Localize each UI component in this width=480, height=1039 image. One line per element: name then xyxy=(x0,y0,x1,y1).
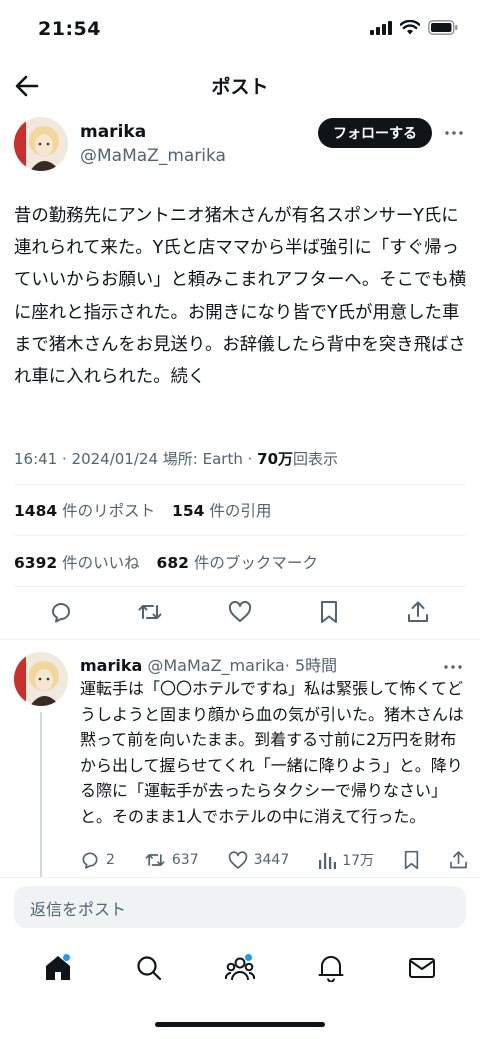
nav-header: ポスト xyxy=(0,62,480,110)
reply-repost-button[interactable]: 637 xyxy=(144,850,199,870)
reply-bookmark-button[interactable] xyxy=(403,850,420,870)
likes-count: 6392 xyxy=(14,554,58,572)
bottom-tab-bar xyxy=(0,940,480,996)
bell-icon xyxy=(318,956,344,982)
tab-notifications[interactable] xyxy=(311,948,351,988)
reply-reply-button[interactable]: 2 xyxy=(80,850,115,870)
status-time: 21:54 xyxy=(38,18,101,40)
author-name[interactable]: marika xyxy=(80,122,146,142)
divider xyxy=(14,535,466,536)
analytics-icon xyxy=(319,853,337,869)
page-title: ポスト xyxy=(211,76,269,98)
reply-share-button[interactable] xyxy=(449,850,468,870)
stats-row-likes: 6392 件のいいね 682 件のブックマーク xyxy=(14,551,330,573)
reply-icon xyxy=(82,852,98,869)
reposts-label: 件のリポスト xyxy=(62,502,156,520)
tab-messages[interactable] xyxy=(402,948,442,988)
search-icon xyxy=(137,956,161,981)
status-bar: 21:54 xyxy=(0,0,480,62)
bookmarks-stat[interactable]: 682 件のブックマーク xyxy=(157,551,318,573)
signal-icon xyxy=(370,20,392,35)
reply-button[interactable] xyxy=(48,599,74,625)
repost-icon xyxy=(138,605,162,619)
heart-icon xyxy=(228,601,251,622)
likes-label: 件のいいね xyxy=(62,554,140,572)
reply-header: marika @MaMaZ_marika· 5時間 xyxy=(80,652,337,676)
tweet-author: marika @MaMaZ_marika フォローする xyxy=(14,115,464,175)
quotes-label: 件の引用 xyxy=(209,502,272,520)
reply-views-count: 17万 xyxy=(342,853,375,869)
quotes-count: 154 xyxy=(172,502,205,520)
reply-views-button[interactable]: 17万 xyxy=(318,850,374,870)
reply-replies-count: 2 xyxy=(106,852,115,868)
battery-icon xyxy=(428,20,458,35)
tweet-actions xyxy=(14,592,466,632)
tab-search[interactable] xyxy=(129,948,169,988)
reply-text: 運転手は「〇〇ホテルですね」私は緊張して怖くてどうしようと固まり顔から血の気が引… xyxy=(80,679,465,826)
quotes-stat[interactable]: 154 件の引用 xyxy=(172,499,271,521)
reply-actions: 2 637 3447 17万 xyxy=(80,850,468,870)
home-indicator[interactable] xyxy=(155,1022,325,1027)
thread-line xyxy=(40,712,42,878)
follow-button[interactable]: フォローする xyxy=(318,118,432,148)
reply-input[interactable]: 返信をポスト xyxy=(14,886,466,928)
tab-home[interactable] xyxy=(38,948,78,988)
reply-avatar[interactable] xyxy=(14,652,68,706)
divider xyxy=(14,484,466,485)
bookmarks-count: 682 xyxy=(156,554,189,572)
reply-time: · 5時間 xyxy=(284,656,338,675)
reply-author-handle[interactable]: @MaMaZ_marika xyxy=(147,656,284,675)
bookmarks-label: 件のブックマーク xyxy=(193,554,318,572)
likes-stat[interactable]: 6392 件のいいね xyxy=(14,551,140,573)
more-icon xyxy=(444,665,462,669)
reposts-stat[interactable]: 1484 件のリポスト xyxy=(14,499,155,521)
views-label: 回表示 xyxy=(293,450,339,468)
mail-icon xyxy=(409,958,436,978)
bookmark-icon xyxy=(320,601,337,623)
tweet-location: 場所: Earth xyxy=(162,450,243,468)
divider xyxy=(0,639,480,640)
share-button[interactable] xyxy=(405,599,431,625)
more-options-button[interactable] xyxy=(444,123,464,143)
tweet-text: 昔の勤務先にアントニオ猪木さんが有名スポンサーY氏に連れられて来た。Y氏と店ママ… xyxy=(14,206,467,388)
divider xyxy=(14,586,466,587)
reply-composer: 返信をポスト xyxy=(0,877,480,935)
reply-reposts-count: 637 xyxy=(171,852,199,868)
like-button[interactable] xyxy=(227,599,253,625)
heart-icon xyxy=(228,850,247,869)
share-icon xyxy=(450,851,467,869)
author-handle[interactable]: @MaMaZ_marika xyxy=(80,146,226,166)
more-icon xyxy=(445,131,463,135)
tab-communities[interactable] xyxy=(220,948,260,988)
share-icon xyxy=(408,601,428,622)
bookmark-icon xyxy=(404,850,419,870)
reply-more-button[interactable] xyxy=(444,654,462,673)
reply-likes-count: 3447 xyxy=(253,852,290,868)
reply-author-name[interactable]: marika xyxy=(80,656,142,675)
reply-icon xyxy=(52,603,70,623)
bookmark-button[interactable] xyxy=(316,599,342,625)
reposts-count: 1484 xyxy=(14,502,58,520)
stats-row-reposts: 1484 件のリポスト 154 件の引用 xyxy=(14,499,283,521)
reply-tweet[interactable]: marika @MaMaZ_marika· 5時間 運転手は「〇〇ホテルですね」… xyxy=(0,646,480,878)
wifi-icon xyxy=(400,20,420,35)
notification-dot xyxy=(244,954,252,961)
tweet-meta: 16:41 · 2024/01/24 場所: Earth · 70万回表示 xyxy=(14,450,339,468)
notification-dot xyxy=(62,954,70,961)
status-icons xyxy=(370,20,458,35)
views-count: 70万 xyxy=(257,450,294,468)
reply-like-button[interactable]: 3447 xyxy=(228,850,290,870)
repost-button[interactable] xyxy=(137,599,163,625)
avatar[interactable] xyxy=(14,117,68,171)
tweet-timestamp[interactable]: 16:41 · 2024/01/24 xyxy=(14,450,158,468)
repost-icon xyxy=(145,854,165,866)
